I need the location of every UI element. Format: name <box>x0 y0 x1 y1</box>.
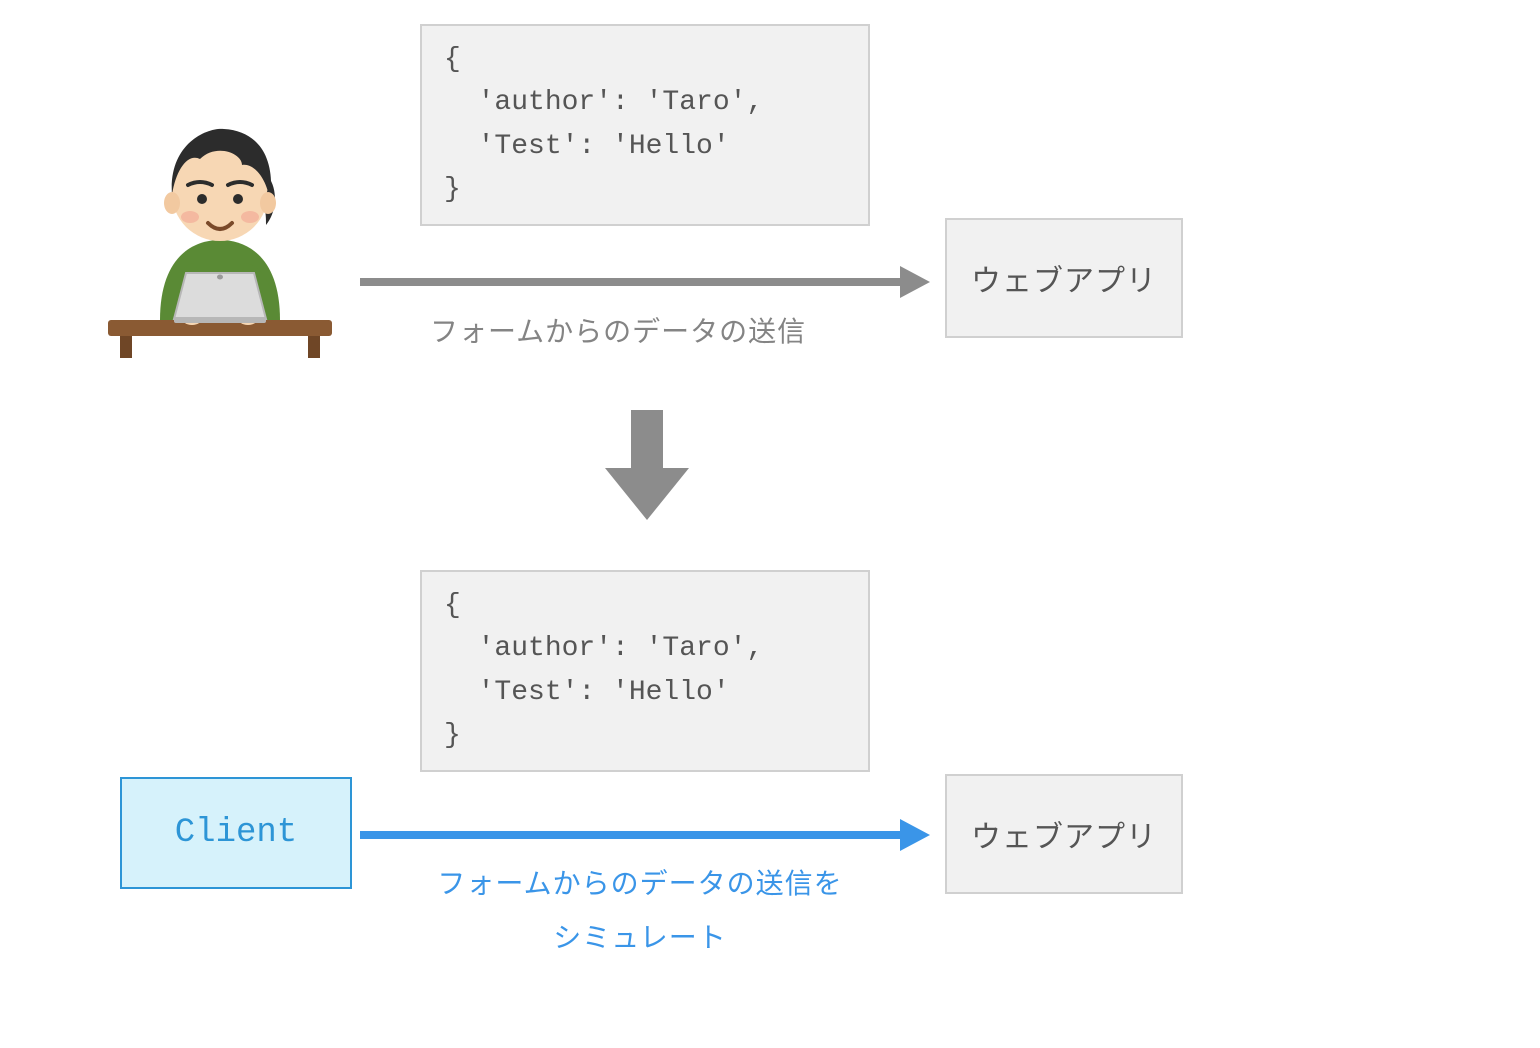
bottom-payload-code: { 'author': 'Taro', 'Test': 'Hello' } <box>420 570 870 772</box>
bottom-webapp-box: ウェブアプリ <box>945 774 1183 894</box>
client-label: Client <box>175 814 297 852</box>
transform-down-arrow-icon <box>605 410 689 520</box>
bottom-arrow-caption-line1: フォームからのデータの送信を <box>420 862 860 902</box>
bottom-webapp-label: ウェブアプリ <box>971 812 1157 856</box>
bottom-arrow-caption-line2: シミュレート <box>420 916 860 956</box>
top-webapp-label: ウェブアプリ <box>971 256 1157 300</box>
top-webapp-box: ウェブアプリ <box>945 218 1183 338</box>
top-request-arrow <box>360 262 930 302</box>
bottom-arrow-caption: フォームからのデータの送信を シミュレート <box>420 862 860 956</box>
client-box: Client <box>120 777 352 889</box>
user-at-laptop-illustration <box>90 105 350 370</box>
bottom-request-arrow <box>360 815 930 855</box>
top-payload-code: { 'author': 'Taro', 'Test': 'Hello' } <box>420 24 870 226</box>
top-arrow-caption: フォームからのデータの送信 <box>430 310 806 350</box>
diagram-stage: { 'author': 'Taro', 'Test': 'Hello' } ウェ… <box>0 0 1540 1048</box>
